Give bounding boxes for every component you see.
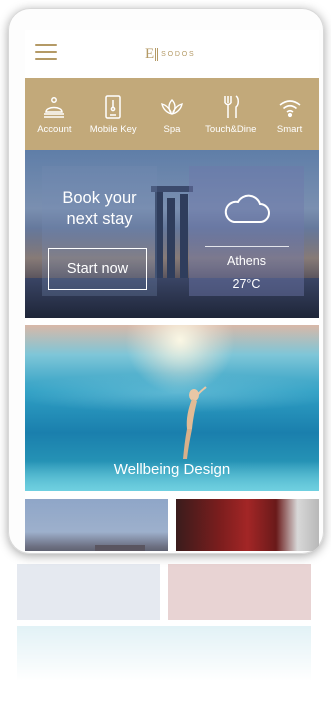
phone-frame: E SODOS Account Mobile Key Spa Touch&Din… [8, 8, 324, 554]
tile-restaurant[interactable] [176, 499, 319, 551]
menu-item-account[interactable]: Account [26, 78, 82, 135]
menu-item-label: Spa [163, 124, 181, 135]
tile-architecture[interactable] [25, 499, 168, 551]
logo-text: SODOS [161, 50, 196, 58]
logo-mark: E [145, 45, 159, 62]
swimmer-image [183, 386, 207, 459]
menu-item-spa[interactable]: Spa [144, 78, 200, 135]
app-screen: E SODOS Account Mobile Key Spa Touch&Din… [25, 30, 319, 551]
weather-temperature: 27°C [232, 277, 261, 291]
lotus-icon [161, 99, 183, 115]
wellbeing-title: Wellbeing Design [113, 461, 231, 478]
weather-city: Athens [227, 254, 266, 268]
hamburger-icon[interactable] [35, 44, 57, 60]
wifi-icon [279, 100, 301, 118]
book-stay-title-line1: Book your [62, 189, 137, 207]
book-stay-title: Book your next stay [42, 188, 157, 230]
logo-mark-letter: E [145, 45, 155, 62]
menu-item-label: Account [37, 124, 72, 135]
brand-logo: E SODOS [145, 46, 195, 62]
menu-item-label: Mobile Key [89, 124, 137, 135]
book-stay-panel: Book your next stay Start now [42, 166, 157, 296]
menu-item-smart[interactable]: Smart [262, 78, 318, 135]
menu-item-label: Smart [276, 124, 303, 135]
quick-menu: Account Mobile Key Spa Touch&Dine Smart [25, 78, 319, 150]
app-header: E SODOS [25, 30, 319, 78]
mobile-key-icon [105, 95, 121, 119]
start-now-button[interactable]: Start now [48, 248, 147, 290]
concierge-bell-icon [44, 97, 65, 118]
weather-widget[interactable]: Athens 27°C [189, 166, 304, 296]
menu-item-label: Touch&Dine [205, 124, 257, 135]
cloud-icon [224, 194, 270, 223]
book-stay-title-line2: next stay [66, 210, 133, 228]
weather-divider [205, 246, 289, 247]
fork-knife-icon [224, 95, 239, 118]
hero-banner: Book your next stay Start now Athens 27°… [25, 150, 319, 318]
menu-item-mobile-key[interactable]: Mobile Key [85, 78, 141, 135]
menu-item-touch-dine[interactable]: Touch&Dine [203, 78, 259, 135]
wellbeing-card[interactable]: Wellbeing Design [25, 325, 319, 491]
device-reflection [17, 560, 311, 680]
